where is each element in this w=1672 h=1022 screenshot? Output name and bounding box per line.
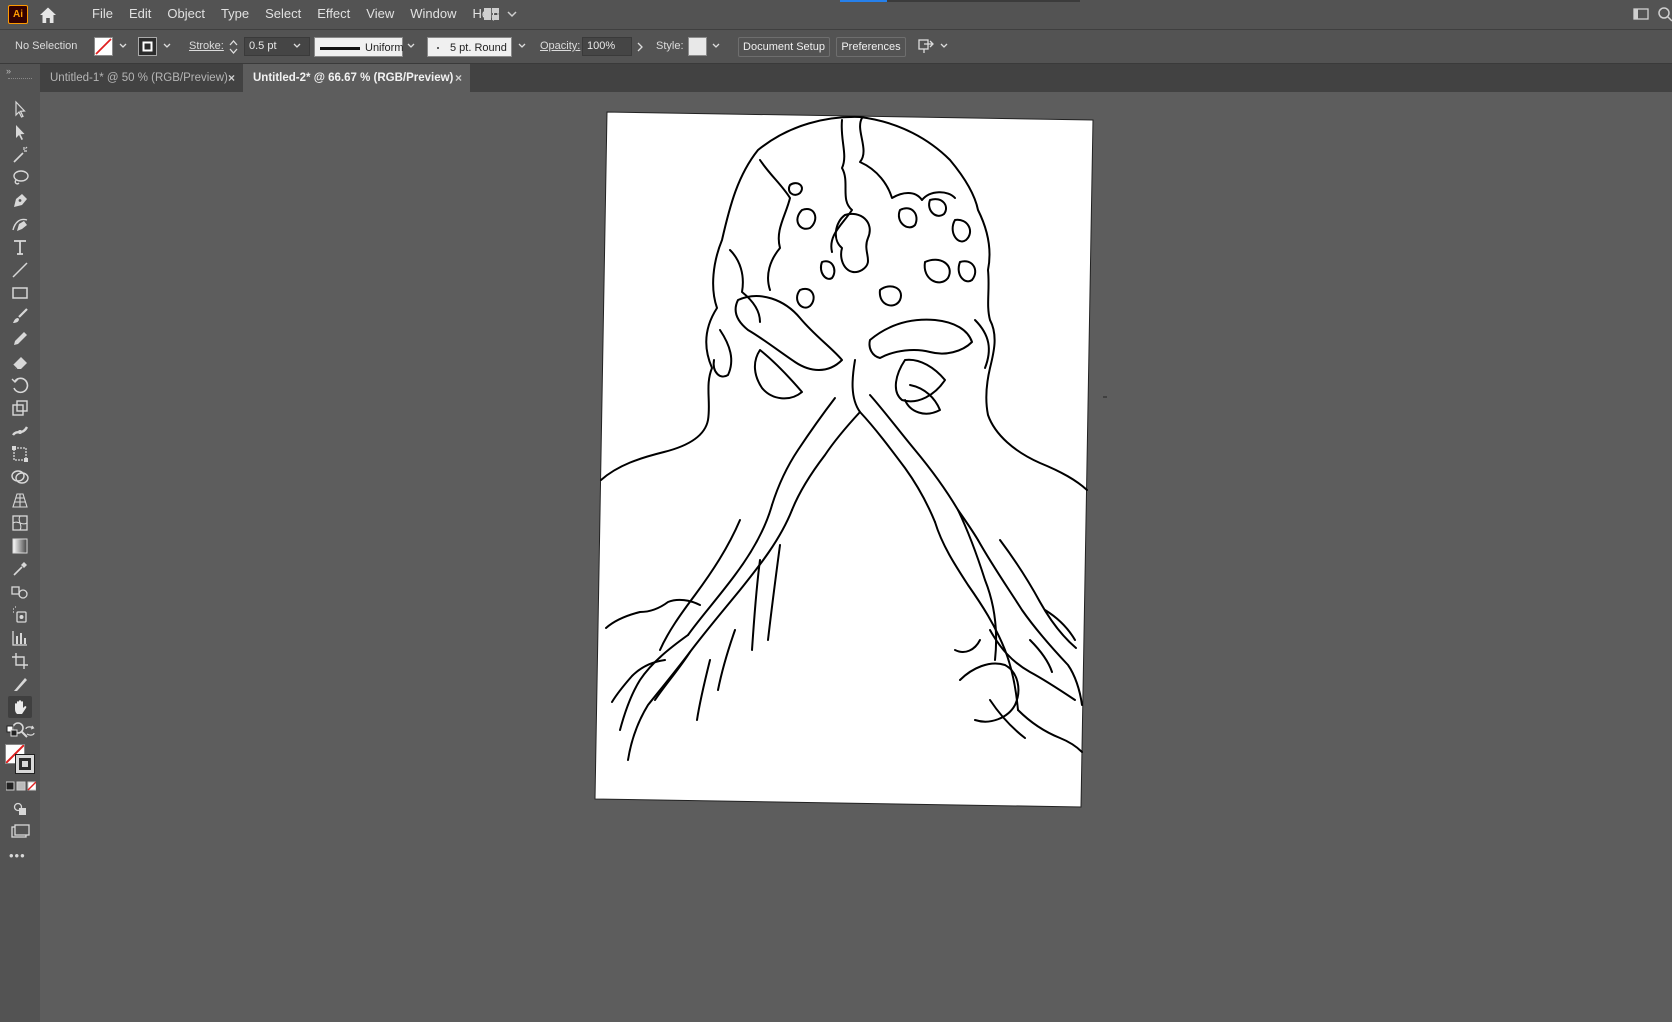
perspective-grid-tool-icon[interactable]: [8, 489, 32, 511]
edit-toolbar-button[interactable]: •••: [9, 848, 26, 863]
direct-selection-tool-icon[interactable]: [8, 121, 32, 143]
screen-mode-icon[interactable]: [8, 821, 32, 843]
free-transform-tool-icon[interactable]: [8, 443, 32, 465]
selection-status: No Selection: [15, 40, 78, 52]
panel-grip[interactable]: [8, 78, 32, 81]
close-icon[interactable]: ×: [228, 64, 235, 92]
title-accent-bar: [840, 0, 1080, 2]
stroke-chevron-icon[interactable]: [163, 43, 171, 49]
opacity-arrow-icon[interactable]: [637, 42, 643, 52]
panel-toggle-icon[interactable]: [1632, 6, 1650, 22]
control-bar: No Selection Stroke: 0.5 pt Uniform 5 pt…: [0, 30, 1672, 64]
workspace-switcher[interactable]: [482, 6, 522, 23]
stroke-weight-chevron-icon[interactable]: [293, 43, 301, 49]
menu-select[interactable]: Select: [257, 0, 309, 29]
panel-collapse-icon[interactable]: »: [6, 66, 11, 76]
fill-swatch[interactable]: [94, 37, 113, 56]
graphic-style-swatch[interactable]: [688, 37, 707, 56]
document-setup-button[interactable]: Document Setup: [738, 37, 830, 57]
brush-definition[interactable]: 5 pt. Round: [427, 37, 512, 57]
width-tool-icon[interactable]: [8, 420, 32, 442]
magic-wand-tool-icon[interactable]: [8, 144, 32, 166]
blend-tool-icon[interactable]: [8, 581, 32, 603]
shape-builder-tool-icon[interactable]: [8, 466, 32, 488]
arrange-chevron-icon[interactable]: [940, 43, 948, 49]
gradient-tool-icon[interactable]: [8, 535, 32, 557]
variable-width-profile[interactable]: Uniform: [314, 37, 404, 57]
opacity-input[interactable]: 100%: [582, 37, 632, 56]
tab-label: Untitled-1* @ 50 % (RGB/Preview): [50, 72, 228, 84]
canvas-area[interactable]: [40, 92, 1672, 1022]
pencil-tool-icon[interactable]: [8, 328, 32, 350]
stroke-color-swatch[interactable]: [15, 754, 35, 774]
artboard-tool-icon[interactable]: [8, 650, 32, 672]
menu-view[interactable]: View: [358, 0, 402, 29]
pen-tool-icon[interactable]: [8, 190, 32, 212]
style-label: Style:: [656, 40, 684, 52]
eraser-tool-icon[interactable]: [8, 351, 32, 373]
default-colors-icon[interactable]: [6, 725, 18, 737]
main-menu: File Edit Object Type Select Effect View Window…: [84, 0, 507, 29]
search-icon[interactable]: [1656, 6, 1672, 22]
rectangle-tool-icon[interactable]: [8, 282, 32, 304]
menu-edit[interactable]: Edit: [121, 0, 159, 29]
color-mode-buttons[interactable]: [5, 780, 37, 791]
preferences-button[interactable]: Preferences: [836, 37, 906, 57]
curvature-tool-icon[interactable]: [8, 213, 32, 235]
line-segment-tool-icon[interactable]: [8, 259, 32, 281]
mesh-tool-icon[interactable]: [8, 512, 32, 534]
stroke-stepper-icon[interactable]: [229, 38, 238, 56]
opacity-label[interactable]: Opacity:: [540, 30, 580, 63]
document-tabs: Untitled-1* @ 50 % (RGB/Preview) × Untit…: [40, 64, 1672, 92]
menu-effect[interactable]: Effect: [309, 0, 358, 29]
artboard[interactable]: [40, 92, 1672, 1022]
scale-tool-icon[interactable]: [8, 397, 32, 419]
swap-colors-icon[interactable]: [24, 725, 36, 737]
drawing-mode-icon[interactable]: [8, 798, 32, 820]
stroke-label[interactable]: Stroke:: [189, 30, 224, 63]
menu-window[interactable]: Window: [402, 0, 464, 29]
menu-object[interactable]: Object: [159, 0, 213, 29]
menu-type[interactable]: Type: [213, 0, 257, 29]
menu-file[interactable]: File: [84, 0, 121, 29]
fill-chevron-icon[interactable]: [119, 43, 127, 49]
home-icon[interactable]: [37, 4, 59, 26]
close-icon[interactable]: ×: [455, 64, 462, 92]
symbol-sprayer-tool-icon[interactable]: [8, 604, 32, 626]
slice-tool-icon[interactable]: [8, 673, 32, 695]
style-chevron-icon[interactable]: [712, 43, 720, 49]
tab-untitled-1[interactable]: Untitled-1* @ 50 % (RGB/Preview) ×: [40, 64, 243, 92]
stroke-swatch[interactable]: [138, 37, 157, 56]
profile-chevron-icon[interactable]: [407, 43, 415, 49]
arrange-documents-icon[interactable]: [917, 38, 935, 55]
column-graph-tool-icon[interactable]: [8, 627, 32, 649]
tools-panel: » •••: [0, 64, 41, 1022]
paintbrush-tool-icon[interactable]: [8, 305, 32, 327]
selection-tool-icon[interactable]: [8, 98, 32, 120]
hand-tool-icon[interactable]: [8, 696, 32, 718]
rotate-tool-icon[interactable]: [8, 374, 32, 396]
brush-chevron-icon[interactable]: [518, 43, 526, 49]
tab-untitled-2[interactable]: Untitled-2* @ 66.67 % (RGB/Preview) ×: [243, 64, 470, 92]
tab-label: Untitled-2* @ 66.67 % (RGB/Preview): [253, 72, 454, 84]
type-tool-icon[interactable]: [8, 236, 32, 258]
lasso-tool-icon[interactable]: [8, 167, 32, 189]
menu-bar: Ai File Edit Object Type Select Effect View Win…: [0, 0, 1672, 30]
illustrator-logo: Ai: [8, 5, 28, 24]
eyedropper-tool-icon[interactable]: [8, 558, 32, 580]
